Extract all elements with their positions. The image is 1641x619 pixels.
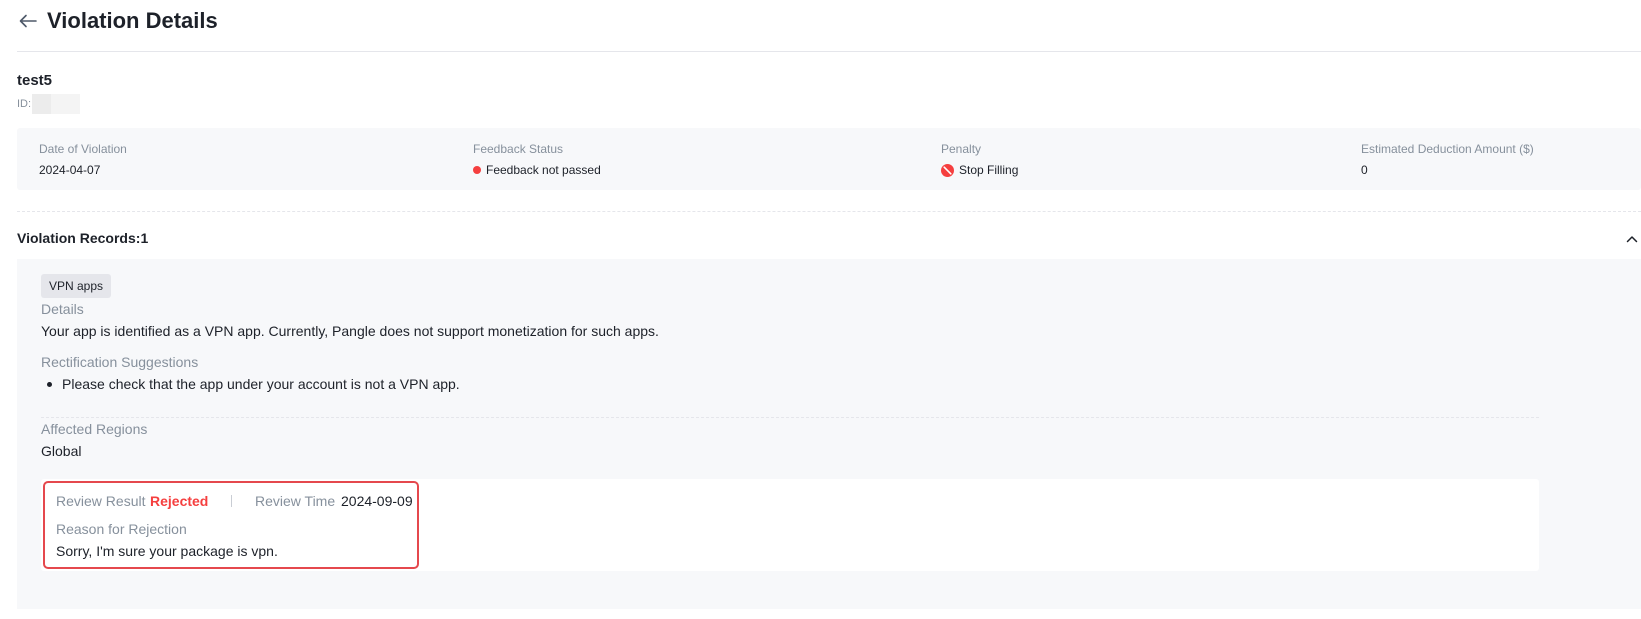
violation-summary-panel: Date of Violation 2024-04-07 Feedback St… — [17, 128, 1641, 190]
review-divider — [231, 495, 232, 507]
ban-icon — [941, 163, 954, 177]
record-divider — [41, 417, 1539, 418]
violation-details-page: Violation Details test5 ID: Date of Viol… — [0, 0, 1641, 619]
deduction-label: Estimated Deduction Amount ($) — [1361, 142, 1534, 156]
records-title: Violation Records: — [17, 230, 141, 246]
date-value: 2024-04-07 — [39, 163, 101, 177]
review-result-value: Rejected — [150, 493, 209, 509]
suggestion-item: Please check that the app under your acc… — [47, 376, 460, 392]
section-divider — [17, 211, 1641, 212]
review-time-label: Review Time — [255, 493, 336, 509]
app-id-label: ID: — [17, 98, 32, 110]
feedback-label: Feedback Status — [473, 142, 564, 156]
details-label: Details — [41, 301, 84, 317]
arrow-left-icon — [19, 14, 37, 27]
feedback-value: Feedback not passed — [486, 163, 601, 177]
date-label: Date of Violation — [39, 142, 127, 156]
rejection-reason-label: Reason for Rejection — [56, 521, 187, 537]
rejection-reason-text: Sorry, I'm sure your package is vpn. — [56, 543, 278, 559]
review-result-box: Review Result Rejected Review Time 2024-… — [41, 479, 1539, 571]
details-text: Your app is identified as a VPN app. Cur… — [41, 323, 659, 339]
deduction-value: 0 — [1361, 163, 1368, 177]
status-dot-icon — [473, 166, 481, 174]
records-count: 1 — [140, 230, 149, 246]
app-name: test5 — [17, 72, 53, 89]
suggestion-text: Please check that the app under your acc… — [62, 376, 460, 392]
app-id-masked-value — [32, 94, 81, 114]
penalty-status: Stop Filling — [941, 163, 1018, 177]
records-title-group: Violation Records:1 — [17, 230, 148, 248]
page-title: Violation Details — [47, 7, 218, 33]
suggestions-label: Rectification Suggestions — [41, 354, 199, 370]
review-result-label: Review Result — [56, 493, 146, 509]
penalty-label: Penalty — [941, 142, 982, 156]
page-header: Violation Details — [17, 0, 1641, 52]
app-id-row: ID: — [17, 94, 81, 114]
back-button[interactable] — [17, 10, 39, 32]
review-time-value: 2024-09-09 — [341, 493, 413, 509]
feedback-status: Feedback not passed — [473, 163, 601, 177]
regions-label: Affected Regions — [41, 421, 148, 437]
violation-type-tag: VPN apps — [41, 274, 112, 298]
violation-record-card: VPN apps Details Your app is identified … — [17, 259, 1641, 609]
penalty-value: Stop Filling — [959, 163, 1019, 177]
chevron-up-icon — [1626, 236, 1638, 243]
regions-value: Global — [41, 443, 82, 459]
violation-records-header[interactable]: Violation Records:1 — [17, 226, 1641, 252]
collapse-button[interactable] — [1623, 230, 1641, 248]
